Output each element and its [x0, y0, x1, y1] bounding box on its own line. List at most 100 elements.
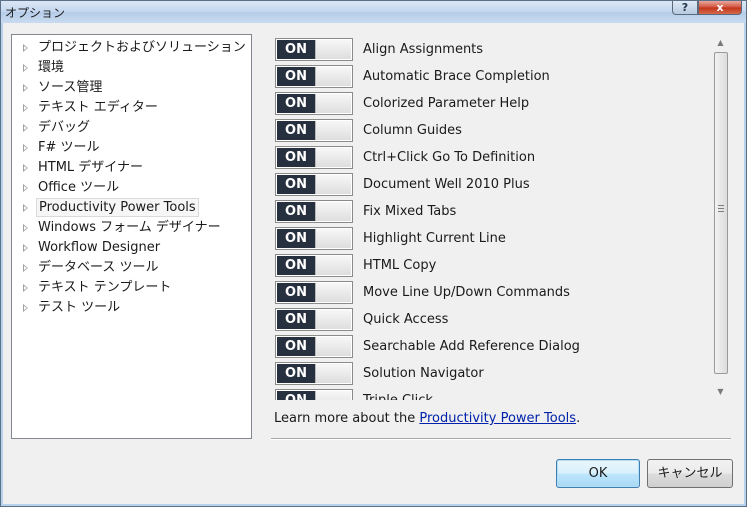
- toggle-knob[interactable]: [315, 391, 351, 400]
- tree-item[interactable]: ソース管理: [12, 78, 251, 97]
- feature-toggle[interactable]: ON: [275, 65, 353, 88]
- tree-item[interactable]: F# ツール: [12, 138, 251, 157]
- feature-label: Quick Access: [363, 312, 449, 327]
- expand-arrow-icon[interactable]: [23, 304, 28, 312]
- feature-toggle[interactable]: ON: [275, 173, 353, 196]
- feature-toggle[interactable]: ON: [275, 227, 353, 250]
- tree-item[interactable]: プロジェクトおよびソリューション: [12, 38, 251, 57]
- toggle-knob[interactable]: [315, 67, 351, 86]
- toggle-knob[interactable]: [315, 175, 351, 194]
- feature-toggle[interactable]: ON: [275, 254, 353, 277]
- toggle-knob[interactable]: [315, 121, 351, 140]
- tree-item-label[interactable]: テスト ツール: [36, 298, 122, 317]
- close-button[interactable]: x: [698, 1, 742, 15]
- toggle-knob[interactable]: [315, 148, 351, 167]
- tree-item[interactable]: 環境: [12, 58, 251, 77]
- tree-item-label[interactable]: Productivity Power Tools: [36, 198, 199, 217]
- toggle-knob[interactable]: [315, 337, 351, 356]
- feature-row: ON Quick Access: [275, 308, 705, 335]
- feature-label: Colorized Parameter Help: [363, 96, 530, 111]
- feature-toggle[interactable]: ON: [275, 38, 353, 61]
- feature-label: Fix Mixed Tabs: [363, 204, 457, 219]
- toggle-knob[interactable]: [315, 40, 351, 59]
- tree-item-label[interactable]: ソース管理: [36, 78, 104, 97]
- feature-label: Ctrl+Click Go To Definition: [363, 150, 536, 165]
- expand-arrow-icon[interactable]: [23, 144, 28, 152]
- tree-item[interactable]: デバッグ: [12, 118, 251, 137]
- feature-row: ON Move Line Up/Down Commands: [275, 281, 705, 308]
- expand-arrow-icon[interactable]: [23, 284, 28, 292]
- expand-arrow-icon[interactable]: [23, 164, 28, 172]
- expand-arrow-icon[interactable]: [23, 124, 28, 132]
- toggle-state-label: ON: [277, 67, 315, 86]
- toggle-knob[interactable]: [315, 256, 351, 275]
- tree-item[interactable]: テキスト テンプレート: [12, 278, 251, 297]
- tree-item-label[interactable]: F# ツール: [36, 138, 102, 157]
- tree-item-label[interactable]: 環境: [36, 58, 66, 77]
- tree-item[interactable]: Productivity Power Tools: [12, 198, 251, 217]
- tree-item[interactable]: テスト ツール: [12, 298, 251, 317]
- tree-item-label[interactable]: プロジェクトおよびソリューション: [36, 38, 248, 57]
- feature-toggle[interactable]: ON: [275, 308, 353, 331]
- feature-row: ON Colorized Parameter Help: [275, 92, 705, 119]
- expand-arrow-icon[interactable]: [23, 264, 28, 272]
- scroll-up-arrow-icon[interactable]: ▲: [712, 34, 729, 51]
- tree-item-label[interactable]: Workflow Designer: [36, 238, 162, 257]
- expand-arrow-icon[interactable]: [23, 44, 28, 52]
- feature-toggle[interactable]: ON: [275, 146, 353, 169]
- toggle-knob[interactable]: [315, 310, 351, 329]
- expand-arrow-icon[interactable]: [23, 184, 28, 192]
- feature-label: Align Assignments: [363, 42, 484, 57]
- expand-arrow-icon[interactable]: [23, 104, 28, 112]
- feature-toggle[interactable]: ON: [275, 281, 353, 304]
- scroll-thumb[interactable]: [714, 52, 728, 374]
- toggle-state-label: ON: [277, 148, 315, 167]
- tree-item[interactable]: HTML デザイナー: [12, 158, 251, 177]
- tree-item-label[interactable]: データベース ツール: [36, 258, 160, 277]
- toggle-knob[interactable]: [315, 94, 351, 113]
- feature-toggle[interactable]: ON: [275, 362, 353, 385]
- title-bar[interactable]: オプション ? x: [1, 1, 746, 23]
- window-title: オプション: [5, 6, 66, 20]
- scroll-down-arrow-icon[interactable]: ▼: [712, 383, 729, 400]
- toggle-knob[interactable]: [315, 283, 351, 302]
- feature-toggle[interactable]: ON: [275, 335, 353, 358]
- tree-item[interactable]: Workflow Designer: [12, 238, 251, 257]
- expand-arrow-icon[interactable]: [23, 84, 28, 92]
- tree-item[interactable]: テキスト エディター: [12, 98, 251, 117]
- expand-arrow-icon[interactable]: [23, 244, 28, 252]
- tree-item-label[interactable]: デバッグ: [36, 118, 92, 137]
- toggle-state-label: ON: [277, 337, 315, 356]
- toggle-knob[interactable]: [315, 229, 351, 248]
- tree-item-label[interactable]: テキスト エディター: [36, 98, 160, 117]
- feature-toggle[interactable]: ON: [275, 200, 353, 223]
- feature-toggle[interactable]: ON: [275, 92, 353, 115]
- expand-arrow-icon[interactable]: [23, 64, 28, 72]
- tree-item-label[interactable]: HTML デザイナー: [36, 158, 145, 177]
- tree-item-label[interactable]: テキスト テンプレート: [36, 278, 173, 297]
- tree-item-label[interactable]: Windows フォーム デザイナー: [36, 218, 223, 237]
- ok-button[interactable]: OK: [556, 459, 640, 488]
- feature-label: Solution Navigator: [363, 366, 484, 381]
- cancel-button[interactable]: キャンセル: [647, 459, 733, 488]
- vertical-scrollbar[interactable]: ▲ ▼: [712, 34, 729, 400]
- expand-arrow-icon[interactable]: [23, 204, 28, 212]
- tree-item[interactable]: データベース ツール: [12, 258, 251, 277]
- feature-row: ON Fix Mixed Tabs: [275, 200, 705, 227]
- productivity-power-tools-link[interactable]: Productivity Power Tools: [419, 411, 576, 426]
- divider: [271, 438, 731, 440]
- feature-row: ON Searchable Add Reference Dialog: [275, 335, 705, 362]
- help-button[interactable]: ?: [672, 1, 698, 15]
- toggle-knob[interactable]: [315, 364, 351, 383]
- feature-toggle[interactable]: ON: [275, 389, 353, 400]
- tree-item-label[interactable]: Office ツール: [36, 178, 121, 197]
- expand-arrow-icon[interactable]: [23, 224, 28, 232]
- feature-label: Searchable Add Reference Dialog: [363, 339, 580, 354]
- grip-icon: [718, 205, 724, 212]
- tree-item[interactable]: Windows フォーム デザイナー: [12, 218, 251, 237]
- toggle-state-label: ON: [277, 310, 315, 329]
- toggle-knob[interactable]: [315, 202, 351, 221]
- feature-toggle[interactable]: ON: [275, 119, 353, 142]
- tree-item[interactable]: Office ツール: [12, 178, 251, 197]
- options-category-tree[interactable]: プロジェクトおよびソリューション 環境 ソース管理 テキスト エディター デバッグ F# …: [11, 34, 252, 439]
